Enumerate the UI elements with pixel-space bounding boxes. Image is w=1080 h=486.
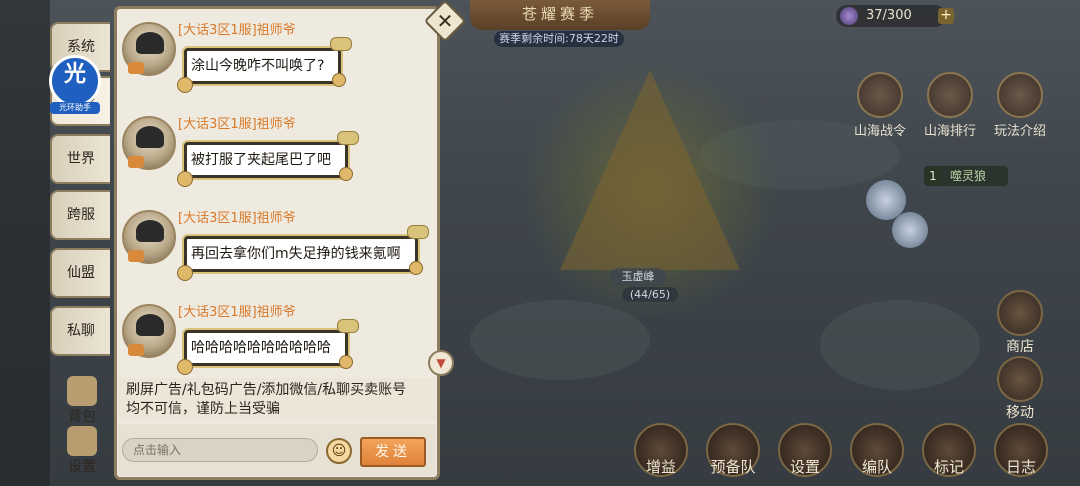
peak-progress: (44/65) (622, 287, 678, 302)
bubble-coin-icon (177, 77, 193, 93)
sender-name[interactable]: [大话3区1服]祖师爷 (178, 113, 296, 132)
shop-label: 商店 (1006, 339, 1034, 355)
sender-avatar[interactable] (122, 304, 176, 358)
message-bubble: 涂山今晚咋不叫唤了? (177, 37, 353, 93)
chevron-down-icon: ▼ (436, 356, 446, 370)
gear-icon (67, 426, 97, 456)
message-text: 被打服了夹起尾巴了吧 (191, 152, 331, 168)
sender-avatar[interactable] (122, 116, 176, 170)
close-icon: ✕ (436, 9, 454, 33)
chat-input[interactable] (122, 438, 318, 462)
guide-label: 玩法介绍 (993, 124, 1046, 139)
chat-message: [大话3区1服]祖师爷 再回去拿你们m失足挣的钱来氪啊 (122, 207, 429, 300)
sender-avatar[interactable] (122, 22, 176, 76)
battle-pass-label: 山海战令 (853, 124, 906, 139)
tab-cross-server[interactable]: 跨服 (50, 190, 110, 240)
peak-name: 玉虚峰 (610, 268, 666, 286)
message-bubble: 再回去拿你们m失足挣的钱来氪啊 (177, 225, 429, 281)
season-title: 苍耀赛季 (470, 0, 650, 30)
bubble-coin-icon (177, 359, 193, 375)
left-edge-strip (0, 0, 50, 486)
energy-value: 37/300 (866, 8, 912, 23)
energy-gem-icon (840, 7, 858, 25)
settings-button[interactable]: 设置 (778, 423, 832, 477)
battle-pass-icon (857, 72, 903, 118)
shop-button[interactable]: 商店 (994, 290, 1046, 356)
smiley-icon: ☺ (331, 443, 347, 459)
chat-settings-label: 设置 (68, 459, 96, 475)
tab-world[interactable]: 世界 (50, 134, 110, 184)
message-text: 哈哈哈哈哈哈哈哈哈哈 (191, 340, 331, 356)
bubble-ornament-icon (337, 131, 359, 145)
energy-counter: 37/300 + (836, 5, 954, 27)
bubble-coin-icon (332, 73, 347, 87)
battle-pass-button[interactable]: 山海战令 (850, 72, 910, 139)
mark-label: 标记 (933, 458, 964, 476)
message-text: 再回去拿你们m失足挣的钱来氪啊 (191, 246, 401, 262)
shop-icon (997, 290, 1043, 336)
assistant-text: 光环助手 (50, 102, 100, 114)
reserve-label: 预备队 (710, 458, 756, 476)
bubble-ornament-icon (337, 319, 359, 333)
move-button[interactable]: 移动 (994, 356, 1046, 422)
season-timer: 赛季剩余时间:78天22时 (494, 31, 624, 47)
backpack-label: 背包 (68, 409, 96, 425)
bubble-coin-icon (177, 265, 193, 281)
sender-name[interactable]: [大话3区1服]祖师爷 (178, 19, 296, 38)
tab-alliance[interactable]: 仙盟 (50, 248, 110, 298)
anti-fraud-notice: 刷屏广告/礼包码广告/添加微信/私聊买卖账号 均不可信，谨防上当受骗 (118, 378, 436, 420)
scroll-to-latest-button[interactable]: ▼ (428, 350, 454, 376)
emoji-button[interactable]: ☺ (326, 438, 352, 464)
mob-name: 噬灵狼 (950, 169, 987, 183)
mob-label[interactable]: 1 噬灵狼 (924, 166, 1008, 186)
move-icon (997, 356, 1043, 402)
bubble-coin-icon (177, 171, 193, 187)
send-button[interactable]: 发送 (360, 437, 426, 467)
backpack-icon (67, 376, 97, 406)
tab-private[interactable]: 私聊 (50, 306, 110, 356)
assistant-glyph: 光 (63, 62, 86, 87)
reserve-button[interactable]: 预备队 (706, 423, 760, 477)
log-label: 日志 (1005, 458, 1036, 476)
bubble-ornament-icon (406, 225, 429, 239)
chat-message: [大话3区1服]祖师爷 被打服了夹起尾巴了吧 (122, 116, 422, 206)
notice-line-1: 刷屏广告/礼包码广告/添加微信/私聊买卖账号 (126, 382, 407, 398)
bubble-coin-icon (339, 355, 353, 369)
move-label: 移动 (1006, 405, 1034, 421)
chat-settings-button[interactable]: 设置 (56, 424, 108, 476)
guide-button[interactable]: 玩法介绍 (990, 72, 1050, 139)
ranking-button[interactable]: 山海排行 (920, 72, 980, 139)
notice-line-2: 均不可信，谨防上当受骗 (126, 401, 280, 417)
bubble-coin-icon (408, 261, 423, 275)
log-button[interactable]: 日志 (994, 423, 1048, 477)
sender-avatar[interactable] (122, 210, 176, 264)
ranking-label: 山海排行 (923, 124, 976, 139)
buff-button[interactable]: 增益 (634, 423, 688, 477)
assistant-badge[interactable]: 光 光环助手 (49, 55, 101, 114)
sender-name[interactable]: [大话3区1服]祖师爷 (178, 301, 296, 320)
mark-button[interactable]: 标记 (922, 423, 976, 477)
message-text: 涂山今晚咋不叫唤了? (191, 58, 325, 74)
bubble-ornament-icon (330, 37, 353, 51)
ranking-icon (927, 72, 973, 118)
pavilion-icon[interactable] (892, 212, 928, 248)
sender-name[interactable]: [大话3区1服]祖师爷 (178, 207, 296, 226)
message-bubble: 哈哈哈哈哈哈哈哈哈哈 (177, 319, 359, 375)
formation-label: 编队 (861, 458, 892, 476)
settings-label: 设置 (789, 458, 820, 476)
bubble-coin-icon (339, 167, 353, 181)
backpack-button[interactable]: 背包 (56, 374, 108, 426)
buff-label: 增益 (645, 458, 676, 476)
add-energy-button[interactable]: + (938, 8, 954, 24)
guide-icon (997, 72, 1043, 118)
message-bubble: 被打服了夹起尾巴了吧 (177, 131, 359, 187)
mob-level: 1 (924, 166, 942, 186)
chat-message: [大话3区1服]祖师爷 涂山今晚咋不叫唤了? (122, 22, 422, 112)
formation-button[interactable]: 编队 (850, 423, 904, 477)
